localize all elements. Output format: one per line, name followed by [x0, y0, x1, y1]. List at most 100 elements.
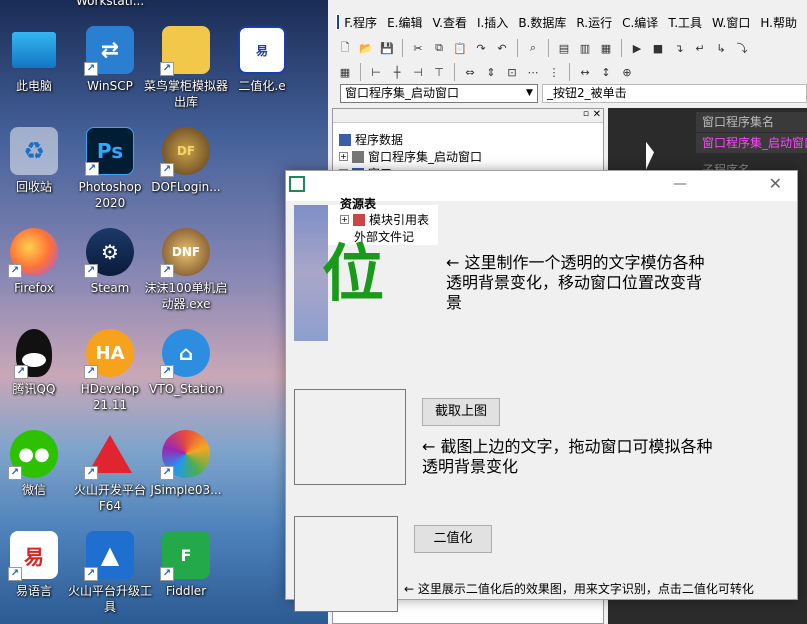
close-icon[interactable]: ✕: [593, 109, 601, 120]
menu-window[interactable]: W.窗口: [712, 14, 750, 31]
prop-label-name: 窗口程序集名: [696, 112, 807, 132]
space-v-icon[interactable]: ⋮: [545, 63, 563, 81]
step-2-icon[interactable]: ↵: [691, 39, 709, 57]
binarize-button[interactable]: 二值化: [414, 525, 492, 553]
wechat-icon: ●● ↗: [8, 430, 58, 480]
desktop-icon-photoshop[interactable]: Ps ↗ Photoshop 2020: [68, 127, 152, 223]
cut-icon[interactable]: ✂: [409, 39, 427, 57]
menu-compile[interactable]: C.编译: [622, 14, 658, 31]
desktop-icon-vto[interactable]: ⌂ ↗ VTO_Station: [144, 329, 228, 425]
recycle-bin-icon: ♻: [10, 127, 58, 175]
dialog-logo-icon: [289, 176, 305, 192]
desktop-icon-wechat[interactable]: ●● ↗ 微信: [0, 430, 76, 526]
qq-icon: ↗: [14, 329, 52, 379]
jsimple-icon: ↗: [160, 430, 210, 480]
step-3-icon[interactable]: ↳: [712, 39, 730, 57]
desktop-icon-winscp[interactable]: ⇄ ↗ WinSCP: [68, 26, 152, 122]
layout-2-icon[interactable]: ▥: [576, 39, 594, 57]
run-icon[interactable]: ▶: [628, 39, 646, 57]
big-character: 位: [322, 237, 385, 310]
find-icon[interactable]: ⌕: [524, 39, 542, 57]
eyuyan-icon: 易 ↗: [8, 531, 58, 581]
tree-resources: 资源表: [340, 197, 377, 211]
module-icon: [352, 150, 364, 163]
step-4-icon[interactable]: ⤵: [733, 39, 751, 57]
space-h-icon[interactable]: ⋯: [524, 63, 542, 81]
align-right-icon[interactable]: ⊣: [409, 63, 427, 81]
step-1-icon[interactable]: ↴: [670, 39, 688, 57]
desktop-icon-momo[interactable]: DNF ↗ 沫沫100单机启动器.exe: [144, 228, 228, 324]
firefox-icon: ↗: [8, 228, 58, 278]
center-h-icon[interactable]: ↔: [576, 63, 594, 81]
menu-database[interactable]: B.数据库: [518, 14, 566, 31]
minimize-icon[interactable]: —: [673, 176, 687, 192]
module-ref-icon: [353, 213, 365, 226]
redo-icon[interactable]: ↷: [472, 39, 490, 57]
stop-icon[interactable]: ■: [649, 39, 667, 57]
dnf-icon: DNF ↗: [160, 228, 210, 278]
align-grid-icon[interactable]: ▦: [336, 63, 354, 81]
desktop-icon-volcano[interactable]: ↗ 火山开发平台 F64: [68, 430, 152, 526]
tree-module-refs: + 模块引用表: [340, 213, 430, 227]
desktop-icon-volcano-upgrade[interactable]: ▲ ↗ 火山平台升级工具: [68, 531, 152, 624]
computer-icon: [12, 32, 56, 68]
align-top-icon[interactable]: ⊤: [430, 63, 448, 81]
desktop-icon-recycle[interactable]: ♻ 回收站: [0, 127, 76, 223]
new-file-icon[interactable]: 🗋: [336, 39, 354, 57]
tree-window-set[interactable]: + 窗口程序集_启动窗口: [339, 148, 482, 165]
save-icon[interactable]: 💾: [378, 39, 396, 57]
photoshop-icon: Ps ↗: [85, 127, 134, 176]
same-height-icon[interactable]: ⇕: [482, 63, 500, 81]
menu-insert[interactable]: I.插入: [477, 14, 508, 31]
layout-1-icon[interactable]: ▤: [555, 39, 573, 57]
same-size-icon[interactable]: ⊡: [503, 63, 521, 81]
note-binarize: ← 这里展示二值化后的效果图，用来文字识别，点击二值化可转化: [404, 582, 754, 596]
folder-icon: ↗: [160, 26, 210, 76]
menu-help[interactable]: H.帮助: [760, 14, 797, 31]
paste-icon[interactable]: 📋: [451, 39, 469, 57]
prop-value-name[interactable]: 窗口程序集_启动窗口: [696, 133, 807, 153]
desktop-icon-firefox[interactable]: ↗ Firefox: [0, 228, 76, 324]
close-icon[interactable]: ✕: [769, 174, 782, 193]
note-transparent: ← 这里制作一个透明的文字模仿各种透明背景变化，移动窗口位置改变背景: [446, 253, 705, 312]
desktop-icon-fiddler[interactable]: F ↗ Fiddler: [144, 531, 228, 624]
menu-program[interactable]: F.程序: [344, 14, 377, 31]
center-v-icon[interactable]: ↕: [597, 63, 615, 81]
menu-edit[interactable]: E.编辑: [387, 14, 422, 31]
open-folder-icon[interactable]: 📂: [357, 39, 375, 57]
capture-button[interactable]: 截取上图: [422, 398, 500, 426]
desktop-icon-eyuyan[interactable]: 易 ↗ 易语言: [0, 531, 76, 624]
expand-icon[interactable]: +: [339, 152, 348, 161]
undo-icon[interactable]: ↶: [493, 39, 511, 57]
volcano-icon: ↗: [84, 430, 134, 480]
desktop-icon-hdevelop[interactable]: HA ↗ HDevelop 21.11: [68, 329, 152, 425]
desktop-icon-steam[interactable]: ⚙ ↗ Steam: [68, 228, 152, 324]
tree-program-data[interactable]: 程序数据: [339, 131, 403, 148]
desktop-icon-jsimple[interactable]: ↗ JSimple03...: [144, 430, 228, 526]
center-both-icon[interactable]: ⊕: [618, 63, 636, 81]
desktop-icon-cainiao[interactable]: ↗ 菜鸟掌柜模拟器出库: [144, 26, 228, 122]
pin-icon[interactable]: ▫: [583, 109, 589, 119]
vto-icon: ⌂ ↗: [160, 329, 210, 379]
menu-run[interactable]: R.运行: [576, 14, 612, 31]
program-data-icon: [339, 133, 351, 146]
subroutine-select[interactable]: _按钮2_被单击: [542, 84, 807, 103]
desktop-icon-qq[interactable]: ↗ 腾讯QQ: [0, 329, 76, 425]
menu-view[interactable]: V.查看: [432, 14, 466, 31]
same-width-icon[interactable]: ⇔: [461, 63, 479, 81]
toolbar-main: 🗋 📂 💾 ✂ ⧉ 📋 ↷ ↶ ⌕ ▤ ▥ ▦ ▶ ■ ↴ ↵ ↳ ⤵: [336, 37, 751, 59]
e-file-icon: 易: [238, 26, 286, 74]
steam-icon: ⚙ ↗: [84, 228, 134, 278]
volcano-upgrade-icon: ▲ ↗: [84, 531, 134, 581]
menu-tools[interactable]: T.工具: [668, 14, 702, 31]
copy-icon[interactable]: ⧉: [430, 39, 448, 57]
desktop-icon-this-pc[interactable]: 此电脑: [0, 26, 76, 122]
demo-dialog: — ✕ 资源表 + 模块引用表 外部文件记 位 ← 这里制作一个透明的文字模仿各…: [285, 170, 798, 612]
desktop-top-label: Workstati...: [76, 0, 145, 8]
desktop-icon-doflogin[interactable]: DF ↗ DOFLogin...: [144, 127, 228, 223]
program-set-select[interactable]: 窗口程序集_启动窗口 ▼: [340, 84, 538, 103]
layout-3-icon[interactable]: ▦: [597, 39, 615, 57]
desktop-icon-erzhihua[interactable]: 易 二值化.e: [220, 26, 304, 122]
align-center-icon[interactable]: ┼: [388, 63, 406, 81]
align-left-icon[interactable]: ⊢: [367, 63, 385, 81]
